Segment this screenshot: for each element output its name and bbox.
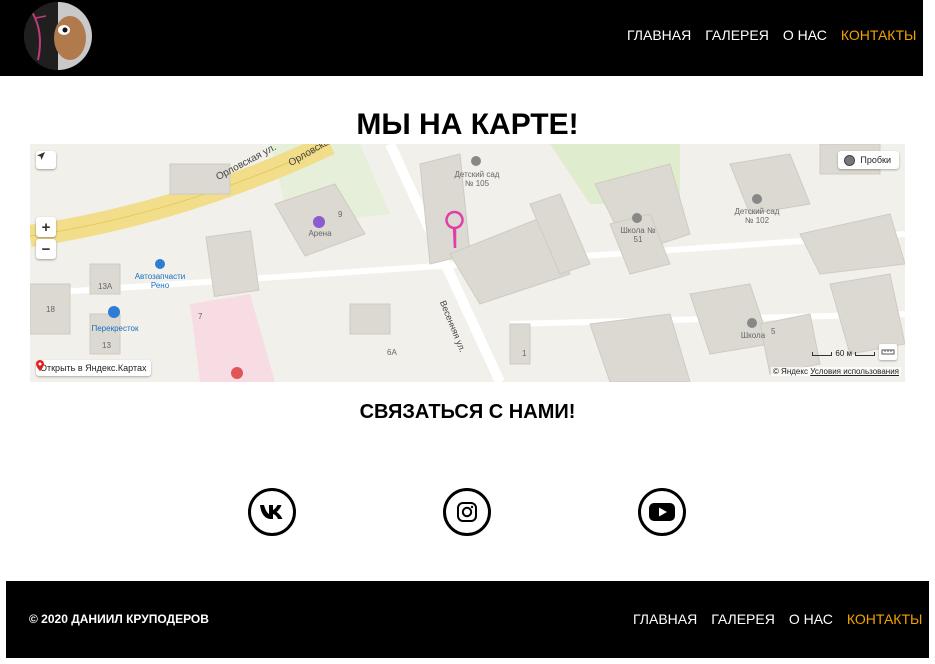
traffic-label: Пробки bbox=[860, 155, 891, 165]
instagram-icon bbox=[457, 502, 477, 522]
site-header: ГЛАВНАЯ ГАЛЕРЕЯ О НАС КОНТАКТЫ bbox=[0, 0, 923, 76]
place-label: Арена bbox=[308, 229, 332, 238]
house-number: 7 bbox=[198, 312, 203, 321]
house-number: 6А bbox=[387, 348, 397, 357]
contact-title: СВЯЗАТЬСЯ С НАМИ! bbox=[359, 401, 576, 423]
terms-link[interactable]: Условия использования bbox=[810, 367, 899, 376]
nav-contacts[interactable]: КОНТАКТЫ bbox=[841, 27, 917, 43]
scale-bar bbox=[855, 351, 875, 356]
place-label: Перекресток bbox=[91, 324, 139, 333]
zoom-out-button[interactable]: − bbox=[36, 239, 56, 259]
house-number: 13 bbox=[102, 341, 111, 350]
footer-nav-gallery[interactable]: ГАЛЕРЕЯ bbox=[711, 611, 775, 627]
house-number: 18 bbox=[46, 305, 55, 314]
place-label: Детский сад № 102 bbox=[734, 207, 780, 225]
place-label: Школа bbox=[740, 331, 766, 340]
map-pin-icon bbox=[36, 360, 44, 371]
nav-gallery[interactable]: ГАЛЕРЕЯ bbox=[705, 27, 769, 43]
ruler-button[interactable] bbox=[879, 344, 897, 360]
footer-nav-about[interactable]: О НАС bbox=[789, 611, 833, 627]
footer-copyright: © 2020 ДАНИИЛ КРУПОДЕРОВ bbox=[29, 612, 209, 626]
map-copyright: © Яндекс Условия использования bbox=[770, 367, 901, 376]
house-number: 5 bbox=[771, 327, 776, 336]
footer-nav-contacts[interactable]: КОНТАКТЫ bbox=[847, 611, 923, 627]
footer-nav: ГЛАВНАЯ ГАЛЕРЕЯ О НАС КОНТАКТЫ bbox=[633, 611, 922, 627]
open-in-yandex-label: Открыть в Яндекс.Картах bbox=[40, 363, 147, 373]
traffic-toggle[interactable]: Пробки bbox=[838, 151, 899, 169]
zoom-in-button[interactable]: + bbox=[36, 217, 56, 237]
youtube-icon bbox=[649, 503, 675, 521]
open-in-yandex-link[interactable]: Открыть в Яндекс.Картах bbox=[36, 360, 152, 376]
vk-link[interactable] bbox=[248, 488, 296, 536]
map-scale: 60 м bbox=[812, 349, 875, 358]
site-footer: © 2020 ДАНИИЛ КРУПОДЕРОВ ГЛАВНАЯ ГАЛЕРЕЯ… bbox=[6, 581, 929, 658]
nav-about[interactable]: О НАС bbox=[783, 27, 827, 43]
place-label: Школа № 51 bbox=[620, 226, 656, 244]
place-label: Автозапчасти Рено bbox=[134, 272, 186, 290]
place-label: Детский сад № 105 bbox=[454, 170, 500, 188]
vk-icon bbox=[260, 505, 283, 519]
footer-nav-home[interactable]: ГЛАВНАЯ bbox=[633, 611, 697, 627]
house-number: 9 bbox=[338, 210, 343, 219]
yandex-copyright: © Яндекс bbox=[772, 367, 808, 376]
house-number: 1 bbox=[522, 349, 527, 358]
traffic-light-icon bbox=[844, 154, 856, 166]
plus-icon: + bbox=[41, 218, 51, 236]
geolocation-button[interactable] bbox=[36, 151, 56, 169]
nav-home[interactable]: ГЛАВНАЯ bbox=[627, 27, 691, 43]
scale-bar bbox=[812, 351, 833, 356]
instagram-link[interactable] bbox=[443, 488, 491, 536]
house-number: 13А bbox=[98, 282, 113, 291]
scale-label: 60 м bbox=[835, 349, 852, 358]
minus-icon: − bbox=[41, 240, 51, 258]
ruler-icon bbox=[881, 349, 895, 355]
header-nav: ГЛАВНАЯ ГАЛЕРЕЯ О НАС КОНТАКТЫ bbox=[627, 27, 916, 43]
map-title: МЫ НА КАРТЕ! bbox=[356, 108, 579, 141]
logo-avatar[interactable] bbox=[24, 2, 92, 70]
locate-arrow-icon bbox=[37, 152, 45, 160]
youtube-link[interactable] bbox=[638, 488, 686, 536]
yandex-map[interactable]: Орловская ул. Орловская ул. Весенняя ул.… bbox=[30, 144, 905, 382]
